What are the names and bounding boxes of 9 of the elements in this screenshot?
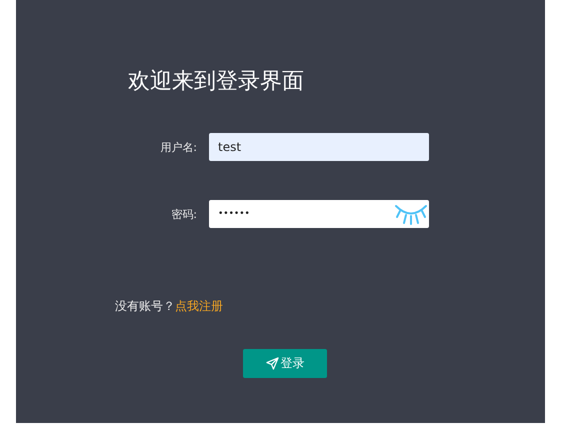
register-link[interactable]: 点我注册 bbox=[175, 299, 223, 313]
password-field[interactable]: •••••• bbox=[209, 200, 429, 228]
paper-plane-icon bbox=[266, 357, 278, 370]
register-prompt: 没有账号？点我注册 bbox=[115, 298, 224, 315]
login-button[interactable]: 登录 bbox=[243, 349, 327, 378]
field-label: 密码: bbox=[170, 206, 198, 222]
page-title: 欢迎来到登录界面 bbox=[128, 68, 305, 96]
username-field[interactable]: test bbox=[209, 133, 429, 161]
field-label: 用户名: bbox=[159, 140, 198, 154]
